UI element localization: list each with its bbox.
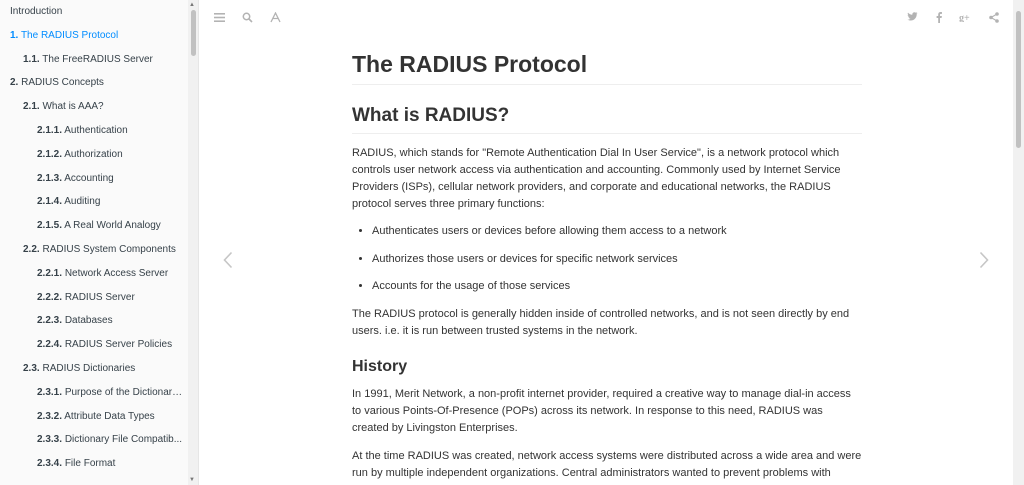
previous-page-chevron-icon[interactable] — [218, 247, 238, 273]
book-header: g+ — [199, 0, 1010, 34]
functions-list: Authenticates users or devices before al… — [352, 223, 862, 295]
toc-item-number: 2.3.4. — [37, 458, 63, 470]
toc-item-number: 2.3.3. — [37, 434, 63, 446]
toc-item-number: 2. — [10, 77, 19, 89]
toc-item-number: 2.2.3. — [37, 315, 63, 327]
toc-item[interactable]: 2.3.4. File Format — [0, 452, 198, 476]
toc-item-number: 2.2.4. — [37, 339, 63, 351]
main-scroll-thumb[interactable] — [1016, 11, 1021, 148]
toc-item[interactable]: 2.1.1. Authentication — [0, 119, 198, 143]
search-icon[interactable] — [239, 9, 255, 25]
list-item: Authenticates users or devices before al… — [372, 223, 862, 240]
toc-item-number: 2.1.4. — [37, 196, 63, 208]
toc-item-label: Accounting — [64, 172, 114, 184]
toc-item[interactable]: 2.1.2. Authorization — [0, 143, 198, 167]
toc-item-number: 2.2.1. — [37, 267, 63, 279]
toc-item[interactable]: 2.3.2. Attribute Data Types — [0, 405, 198, 429]
toc-item[interactable]: 2.1.4. Auditing — [0, 190, 198, 214]
toc-item-label: The FreeRADIUS Server — [42, 53, 153, 65]
toc-item-number: 2.1.1. — [37, 124, 63, 136]
toc-list: Introduction 1. The RADIUS Protocol 1.1. T… — [0, 0, 198, 476]
toc-item-number: 2.1.2. — [37, 148, 63, 160]
toc-item-number: 1.1. — [23, 53, 40, 65]
google-plus-icon[interactable]: g+ — [957, 9, 973, 25]
toc-item-label: File Format — [64, 458, 116, 470]
toc-item-number: 2.3. — [23, 362, 40, 374]
list-item: Authorizes those users or devices for sp… — [372, 251, 862, 268]
toc-item-label: RADIUS Dictionaries — [42, 362, 136, 374]
sidebar: Introduction 1. The RADIUS Protocol 1.1. T… — [0, 0, 199, 485]
toc-item-label: Purpose of the Dictionaries — [64, 386, 185, 398]
main-scrollbar[interactable] — [1013, 0, 1024, 485]
toc-item-label: Network Access Server — [64, 267, 169, 279]
section-heading-history: History — [352, 357, 408, 375]
scroll-down-arrow-icon[interactable]: ▼ — [189, 476, 195, 484]
svg-text:g+: g+ — [959, 13, 970, 22]
toc-item-number: 1. — [10, 29, 19, 41]
list-item: Accounts for the usage of those services — [372, 278, 862, 295]
toc-item[interactable]: 1.1. The FreeRADIUS Server — [0, 48, 198, 72]
toc-item[interactable]: 2.3.3. Dictionary File Compatib... — [0, 428, 198, 452]
share-icon[interactable] — [986, 9, 1002, 25]
toc-item-number: 2.3.1. — [37, 386, 63, 398]
section-heading-what-is-radius: What is RADIUS? — [352, 101, 862, 134]
twitter-icon[interactable] — [904, 9, 920, 25]
paragraph-history-1991: In 1991, Merit Network, a non-profit int… — [352, 387, 851, 434]
toc-item[interactable]: 2.2. RADIUS System Components — [0, 238, 198, 262]
paragraph-hidden-networks: The RADIUS protocol is generally hidden … — [352, 307, 850, 337]
toc-item-label: Introduction — [10, 6, 63, 17]
toc-item-label: Authorization — [64, 148, 123, 160]
toc-item-label: What is AAA? — [42, 101, 104, 113]
toc-item-number: 2.2. — [23, 243, 40, 255]
menu-icon[interactable] — [211, 9, 227, 25]
next-page-chevron-icon[interactable] — [974, 247, 994, 273]
toc-item[interactable]: 2. RADIUS Concepts — [0, 71, 198, 95]
toc-item[interactable]: 2.1. What is AAA? — [0, 95, 198, 119]
toc-item-number: 2.1. — [23, 101, 40, 113]
page-title: The RADIUS Protocol — [352, 46, 862, 85]
toc-item-label: The RADIUS Protocol — [20, 29, 119, 41]
toc-item[interactable]: Introduction — [0, 0, 198, 24]
toc-item-label: RADIUS Server — [64, 291, 135, 303]
page-content: The RADIUS Protocol What is RADIUS? RADI… — [352, 46, 862, 482]
scroll-up-arrow-icon[interactable]: ▲ — [189, 1, 195, 9]
toc-item-number: 2.1.3. — [37, 172, 63, 184]
toc-item[interactable]: 2.1.5. A Real World Analogy — [0, 214, 198, 238]
toc-item[interactable]: 2.2.4. RADIUS Server Policies — [0, 333, 198, 357]
sidebar-scroll-thumb[interactable] — [191, 10, 196, 56]
toc-item[interactable]: 2.3.1. Purpose of the Dictionaries — [0, 381, 198, 405]
toc-item-label: Auditing — [64, 196, 101, 208]
toc-item[interactable]: 2.2.2. RADIUS Server — [0, 286, 198, 310]
facebook-icon[interactable] — [931, 9, 947, 25]
toc-item-label: Attribute Data Types — [64, 410, 155, 422]
toc-item-number: 2.2.2. — [37, 291, 63, 303]
toc-item[interactable]: 2.2.1. Network Access Server — [0, 262, 198, 286]
sidebar-scrollbar[interactable]: ▲ ▼ — [188, 0, 198, 485]
toc-item-label: Databases — [64, 315, 113, 327]
toc-item-label: A Real World Analogy — [64, 220, 161, 232]
toc-item[interactable]: 2.3. RADIUS Dictionaries — [0, 357, 198, 381]
toc-item[interactable]: 2.2.3. Databases — [0, 309, 198, 333]
toc-item-label: Dictionary File Compatib... — [64, 434, 183, 446]
font-settings-icon[interactable] — [267, 9, 283, 25]
paragraph-history-distributed: At the time RADIUS was created, network … — [352, 449, 862, 479]
paragraph-intro: RADIUS, which stands for "Remote Authent… — [352, 147, 841, 210]
toc-item-label: RADIUS System Components — [42, 243, 176, 255]
toc-item-label: RADIUS Concepts — [21, 77, 104, 89]
toc-item-label: RADIUS Server Policies — [64, 339, 173, 351]
toc-item[interactable]: 2.1.3. Accounting — [0, 167, 198, 191]
toc-item-number: 2.3.2. — [37, 410, 63, 422]
toc-item[interactable]: 1. The RADIUS Protocol — [0, 24, 198, 48]
toc-item-number: 2.1.5. — [37, 220, 63, 232]
toc-item-label: Authentication — [64, 124, 128, 136]
